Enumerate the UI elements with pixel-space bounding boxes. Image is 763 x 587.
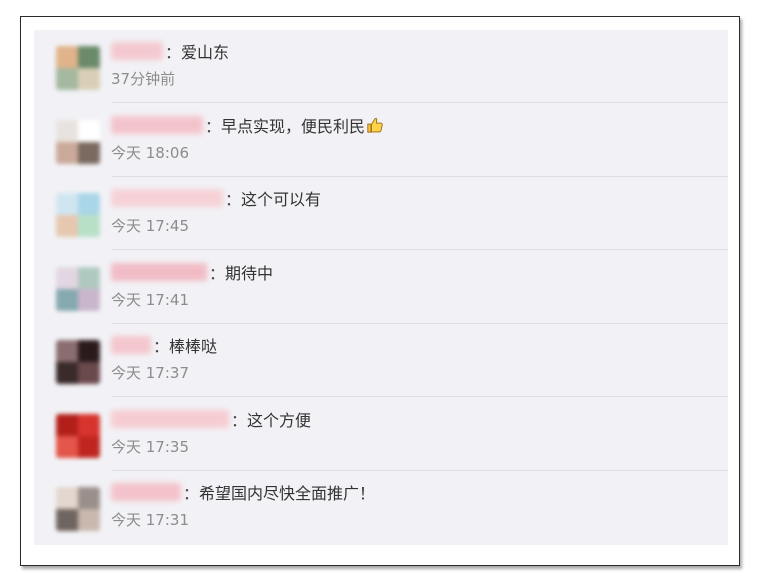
screenshot-frame: ：爱山东 37分钟前：早点实现，便民利民 今天 18:06：这个可以有 今天 17:4… — [20, 16, 740, 566]
comment-text: 爱山东 — [181, 43, 230, 62]
comment-item: ：爱山东 37分钟前 — [34, 30, 728, 103]
comment-line: ：这个可以有 — [111, 185, 321, 211]
comment-item: ：期待中今天 17:41 — [34, 251, 728, 324]
comment-text: 这个可以有 — [241, 190, 322, 209]
avatar[interactable] — [56, 193, 100, 237]
comment-text: 希望国内尽快全面推广！ — [199, 484, 376, 503]
comment-line: ：棒棒哒 — [111, 332, 217, 358]
comment-timestamp: 今天 17:41 — [111, 290, 189, 309]
comment-text: 早点实现，便民利民 — [221, 116, 366, 136]
comment-item: ：棒棒哒今天 17:37 — [34, 324, 728, 397]
comment-line: ：这个方便 — [111, 406, 311, 432]
comment-item: ：希望国内尽快全面推广！ 今天 17:31 — [34, 471, 728, 544]
username-blurred[interactable] — [111, 409, 229, 428]
thumbs-up-icon — [367, 117, 383, 133]
comment-item: ：早点实现，便民利民今天 18:06 — [34, 104, 728, 177]
username-blurred[interactable] — [111, 336, 151, 354]
colon-separator: ： — [209, 263, 226, 283]
comment-line: ：希望国内尽快全面推广！ — [111, 479, 375, 505]
avatar[interactable] — [56, 340, 100, 384]
comment-timestamp: 今天 17:31 — [111, 511, 189, 529]
comment-timestamp: 今天 17:35 — [111, 437, 189, 456]
comment-list: ：爱山东 37分钟前：早点实现，便民利民 今天 18:06：这个可以有 今天 17:4… — [34, 30, 728, 545]
comment-text: 这个方便 — [247, 410, 312, 430]
comment-item: ：这个可以有今天 17:45 — [34, 177, 728, 250]
avatar[interactable] — [56, 46, 100, 90]
colon-separator: ： — [205, 116, 222, 136]
colon-separator: ： — [165, 43, 182, 62]
comment-item: ：这个方便今天 17:35 — [34, 398, 728, 471]
comment-line: ：早点实现，便民利民 — [111, 112, 384, 138]
avatar[interactable] — [56, 119, 100, 164]
comment-line: ：爱山东 — [111, 38, 229, 64]
comment-timestamp: 37分钟前 — [111, 70, 176, 88]
comment-timestamp: 今天 18:06 — [111, 143, 189, 162]
username-blurred[interactable] — [111, 115, 203, 134]
comment-timestamp: 今天 17:37 — [111, 364, 189, 382]
avatar[interactable] — [56, 487, 100, 531]
comment-timestamp: 今天 17:45 — [111, 217, 189, 235]
username-blurred[interactable] — [111, 189, 223, 207]
comment-line: ：期待中 — [111, 259, 273, 285]
avatar[interactable] — [56, 413, 100, 458]
colon-separator: ： — [231, 410, 248, 430]
comment-text: 期待中 — [225, 263, 274, 283]
comment-text: 棒棒哒 — [169, 337, 218, 356]
username-blurred[interactable] — [111, 262, 207, 281]
colon-separator: ： — [225, 190, 242, 209]
colon-separator: ： — [153, 337, 170, 356]
colon-separator: ： — [183, 484, 200, 503]
username-blurred[interactable] — [111, 483, 181, 501]
username-blurred[interactable] — [111, 42, 163, 60]
avatar[interactable] — [56, 266, 100, 311]
